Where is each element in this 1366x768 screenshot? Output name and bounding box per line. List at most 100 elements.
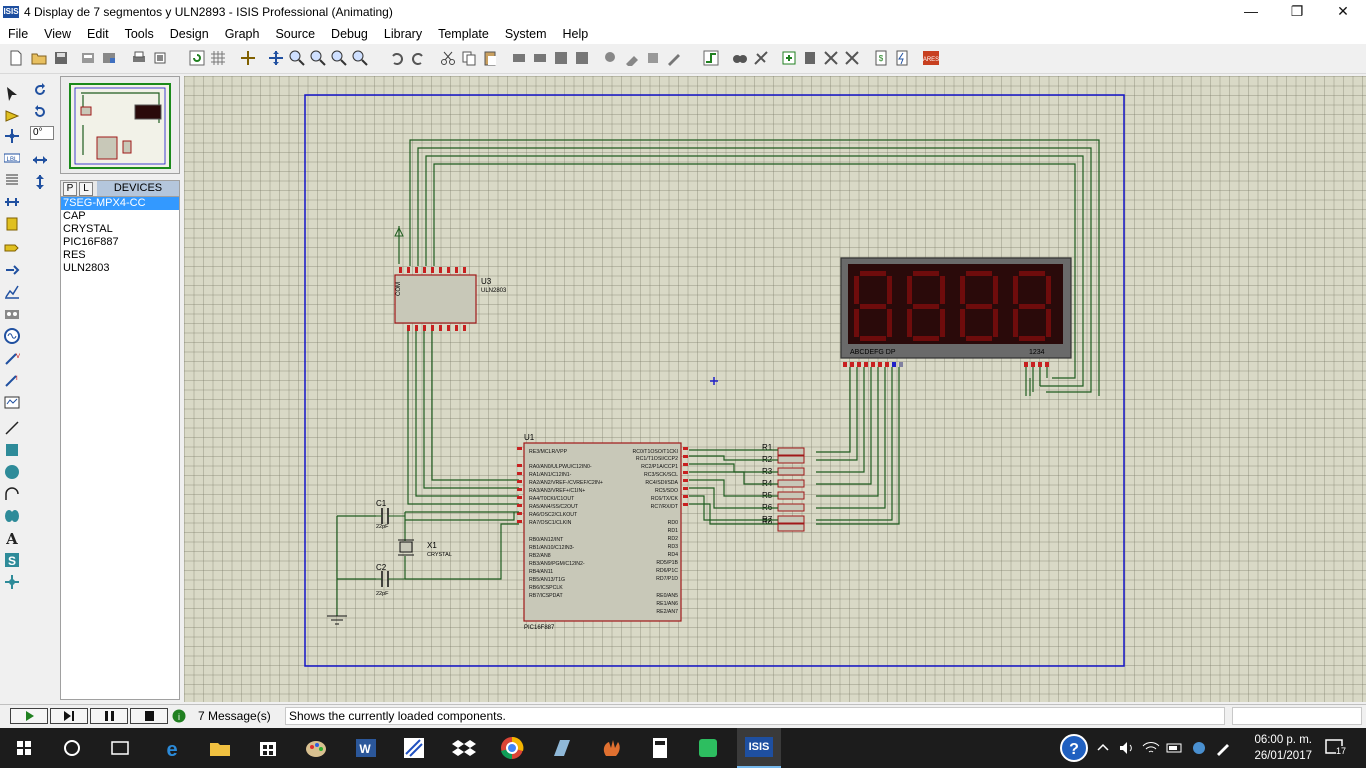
import-icon[interactable]	[80, 50, 96, 66]
clock[interactable]: 06:00 p. m. 26/01/2017	[1254, 732, 1312, 764]
path-2d-icon[interactable]	[4, 508, 20, 524]
wifi-icon[interactable]	[1142, 740, 1160, 756]
app-hand-icon[interactable]	[598, 734, 626, 762]
volume-icon[interactable]	[1118, 740, 1136, 756]
pen-workspace-icon[interactable]	[1214, 740, 1232, 756]
device-item-7seg[interactable]: 7SEG-MPX4-CC	[61, 197, 179, 210]
arc-2d-icon[interactable]	[4, 486, 20, 502]
zoom-in-icon[interactable]	[289, 50, 305, 66]
action-center-button[interactable]: 17	[1324, 736, 1348, 760]
zoom-child-icon[interactable]	[844, 50, 860, 66]
circle-2d-icon[interactable]	[4, 464, 20, 480]
box-2d-icon[interactable]	[4, 442, 20, 458]
rotate-clockwise-icon[interactable]	[32, 82, 48, 98]
block-rotate-icon[interactable]	[553, 50, 569, 66]
store-icon[interactable]	[254, 734, 282, 762]
bill-of-materials-icon[interactable]: $	[873, 50, 889, 66]
ide-app-icon[interactable]	[400, 734, 428, 762]
subcircuit-icon[interactable]	[4, 216, 20, 232]
voltage-probe-icon[interactable]: V	[4, 350, 20, 366]
pick-device-icon[interactable]	[603, 50, 619, 66]
overview-window[interactable]	[60, 76, 180, 174]
wire-label-icon[interactable]: LBL	[4, 150, 20, 166]
c1-capacitor[interactable]: C1 22pF	[376, 499, 405, 530]
generator-mode-icon[interactable]	[4, 328, 20, 344]
menu-design[interactable]: Design	[162, 27, 217, 41]
menu-library[interactable]: Library	[376, 27, 430, 41]
menu-help[interactable]: Help	[555, 27, 597, 41]
menu-graph[interactable]: Graph	[217, 27, 268, 41]
menu-source[interactable]: Source	[267, 27, 323, 41]
current-probe-icon[interactable]: I	[4, 372, 20, 388]
help-icon[interactable]: ?	[1058, 733, 1090, 763]
terminals-icon[interactable]	[4, 240, 20, 256]
packaging-icon[interactable]	[645, 50, 661, 66]
paint-icon[interactable]	[302, 734, 330, 762]
resistor-bank[interactable]: R1 R2 R3 R4 R5 R6 R7 R8	[762, 443, 805, 532]
symbol-2d-icon[interactable]: S	[4, 552, 20, 568]
7seg-display[interactable]: ABCDEFG DP 1234	[840, 257, 1072, 367]
device-item-res[interactable]: RES	[61, 249, 179, 262]
markers-icon[interactable]	[4, 574, 20, 590]
search-tag-icon[interactable]	[732, 50, 748, 66]
property-tool-icon[interactable]	[753, 50, 769, 66]
u1-pic16f887[interactable]: U1 PIC16F887 RE3/MCLR/VPP RA0/AN0/ULPWU/…	[517, 433, 688, 631]
restore-button[interactable]: ❐	[1274, 0, 1320, 24]
wire-autorouter-icon[interactable]	[703, 50, 719, 66]
block-delete-icon[interactable]	[574, 50, 590, 66]
save-icon[interactable]	[53, 50, 69, 66]
evernote-icon[interactable]	[694, 734, 722, 762]
network-tray-icon[interactable]	[1190, 740, 1208, 756]
remove-sheet-icon[interactable]	[802, 50, 818, 66]
text-script-icon[interactable]	[4, 172, 20, 188]
tray-chevron-up-icon[interactable]	[1096, 741, 1110, 755]
task-view-icon[interactable]	[106, 734, 134, 762]
block-move-icon[interactable]	[532, 50, 548, 66]
menu-system[interactable]: System	[497, 27, 555, 41]
copy-icon[interactable]	[461, 50, 477, 66]
menu-tools[interactable]: Tools	[117, 27, 162, 41]
messages-indicator[interactable]: i 7 Message(s)	[172, 707, 282, 725]
menu-file[interactable]: File	[0, 27, 36, 41]
schematic-canvas[interactable]: COM U3 ULN2803 ABCDEFG DP 1234 R1 R2 R3 …	[184, 76, 1366, 702]
chrome-icon[interactable]	[498, 734, 526, 762]
line-2d-icon[interactable]	[4, 420, 20, 436]
graph-mode-icon[interactable]	[4, 284, 20, 300]
cut-icon[interactable]	[440, 50, 456, 66]
open-folder-icon[interactable]	[31, 50, 47, 66]
new-sheet-icon[interactable]	[781, 50, 797, 66]
exit-sheet-icon[interactable]	[823, 50, 839, 66]
dropbox-icon[interactable]	[450, 734, 478, 762]
new-file-icon[interactable]	[8, 50, 24, 66]
device-pins-icon[interactable]	[4, 262, 20, 278]
redo-icon[interactable]	[410, 50, 426, 66]
buses-icon[interactable]	[4, 194, 20, 210]
print-icon[interactable]	[131, 50, 147, 66]
cortana-search-icon[interactable]	[58, 734, 86, 762]
windows-start-icon[interactable]	[10, 734, 38, 762]
make-device-icon[interactable]	[624, 50, 640, 66]
u3-uln2803[interactable]: COM U3 ULN2803	[394, 267, 507, 331]
c2-capacitor[interactable]: C2 22pF	[376, 563, 405, 597]
junction-dot-icon[interactable]	[4, 128, 20, 144]
edge-browser-icon[interactable]: e	[158, 734, 186, 762]
zoom-all-icon[interactable]	[331, 50, 347, 66]
library-manager-button[interactable]: L	[79, 181, 93, 196]
calculator-icon[interactable]	[646, 734, 674, 762]
component-mode-icon[interactable]	[4, 108, 20, 124]
zoom-area-icon[interactable]	[352, 50, 368, 66]
mirror-vertical-icon[interactable]	[32, 174, 48, 190]
rotate-anticlockwise-icon[interactable]	[32, 104, 48, 120]
pan-icon[interactable]	[268, 50, 284, 66]
selection-mode-icon[interactable]	[4, 86, 20, 102]
screenshot-tool-icon[interactable]	[548, 734, 576, 762]
redraw-icon[interactable]	[189, 50, 205, 66]
decompose-icon[interactable]	[666, 50, 682, 66]
electrical-rules-check-icon[interactable]	[894, 50, 910, 66]
mirror-horizontal-icon[interactable]	[32, 152, 48, 168]
origin-icon[interactable]	[240, 50, 256, 66]
close-button[interactable]: ✕	[1320, 0, 1366, 24]
device-item-crystal[interactable]: CRYSTAL	[61, 223, 179, 236]
device-item-pic16f887[interactable]: PIC16F887	[61, 236, 179, 249]
grid-icon[interactable]	[210, 50, 226, 66]
